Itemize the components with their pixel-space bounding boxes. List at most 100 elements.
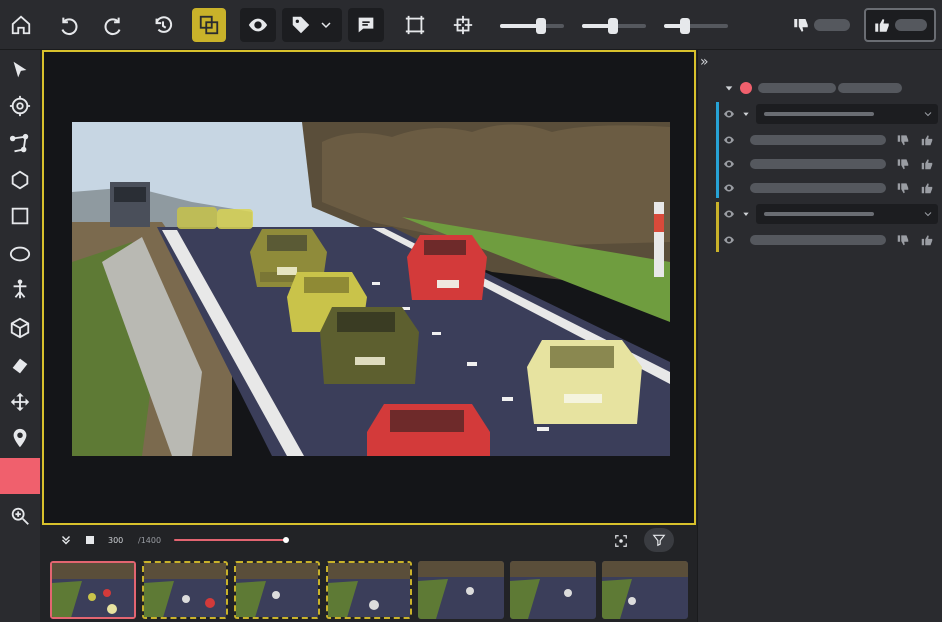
eye-icon[interactable] <box>722 158 736 170</box>
undo-icon[interactable] <box>52 8 82 42</box>
right-panel: » <box>697 50 942 622</box>
object-row[interactable] <box>716 178 938 198</box>
thumbs-down-icon[interactable] <box>896 157 910 171</box>
tag-dropdown[interactable] <box>282 8 342 42</box>
thumbs-down-icon[interactable] <box>896 233 910 247</box>
select-value-placeholder <box>764 212 874 216</box>
eye-icon[interactable] <box>722 108 736 120</box>
caret-down-icon[interactable] <box>742 110 750 118</box>
road-image <box>72 122 670 456</box>
thumbs-up-icon[interactable] <box>920 233 934 247</box>
frame-thumbnail[interactable] <box>326 561 412 619</box>
approve-label-placeholder <box>895 19 927 31</box>
thumbs-down-icon[interactable] <box>896 133 910 147</box>
rectangle-icon[interactable] <box>4 200 36 232</box>
target-icon[interactable] <box>4 90 36 122</box>
thumbs-down-icon[interactable] <box>896 181 910 195</box>
object-row[interactable] <box>716 130 938 150</box>
ellipse-icon[interactable] <box>4 238 36 270</box>
contrast-slider[interactable] <box>582 18 646 34</box>
header-label-placeholder <box>758 83 836 93</box>
header-label-placeholder <box>838 83 902 93</box>
object-label-placeholder <box>750 135 886 145</box>
cuboid-icon[interactable] <box>4 312 36 344</box>
slider-fill <box>582 24 610 28</box>
eye-icon[interactable] <box>722 234 736 246</box>
current-frame: 300 <box>108 536 124 545</box>
object-row[interactable] <box>716 230 938 250</box>
object-label-placeholder <box>750 183 886 193</box>
frame-thumbnail[interactable] <box>234 561 320 619</box>
top-toolbar <box>0 0 942 50</box>
status-dot <box>740 82 752 94</box>
object-group-row <box>716 204 938 224</box>
chevron-down-icon <box>321 22 331 29</box>
brush-icon[interactable] <box>4 350 36 382</box>
comment-icon[interactable] <box>348 8 384 42</box>
caret-down-icon[interactable] <box>742 210 750 218</box>
eye-icon[interactable] <box>722 182 736 194</box>
slider-fill <box>500 24 540 28</box>
object-group-row <box>716 104 938 124</box>
filter-icon[interactable] <box>644 528 674 552</box>
select-value-placeholder <box>764 112 874 116</box>
timeline-knob[interactable] <box>283 537 289 543</box>
compare-icon[interactable] <box>192 8 226 42</box>
eye-icon[interactable] <box>722 208 736 220</box>
timeline-progress[interactable] <box>174 537 289 543</box>
brightness-slider[interactable] <box>500 18 564 34</box>
thumbs-up-icon[interactable] <box>920 157 934 171</box>
thumbs-up-icon[interactable] <box>920 181 934 195</box>
chevron-down-icon <box>924 112 932 117</box>
pin-icon[interactable] <box>4 422 36 454</box>
focus-icon[interactable] <box>610 530 632 552</box>
eye-icon[interactable] <box>240 8 276 42</box>
annotation-canvas[interactable] <box>42 50 696 525</box>
label-select[interactable] <box>756 204 938 224</box>
object-row[interactable] <box>716 154 938 174</box>
move-icon[interactable] <box>4 386 36 418</box>
polyline-icon[interactable] <box>4 128 36 160</box>
slider-knob[interactable] <box>536 18 546 34</box>
zoom-icon[interactable] <box>4 500 36 532</box>
label-select[interactable] <box>756 104 938 124</box>
slider-knob[interactable] <box>608 18 618 34</box>
left-toolbar <box>0 50 40 622</box>
tag-icon <box>292 16 310 34</box>
object-header <box>716 78 938 98</box>
skeleton-icon[interactable] <box>4 274 36 306</box>
frame-thumbnail[interactable] <box>602 561 688 619</box>
opacity-slider[interactable] <box>664 18 728 34</box>
collapse-down-icon[interactable] <box>56 530 76 550</box>
thumbs-down-icon <box>794 19 808 32</box>
crosshair-box-icon[interactable] <box>448 8 478 42</box>
eye-icon[interactable] <box>722 134 736 146</box>
fit-box-icon[interactable] <box>400 8 430 42</box>
total-frames: /1400 <box>138 536 162 545</box>
approve-button[interactable] <box>864 8 936 42</box>
cursor-icon[interactable] <box>4 54 36 86</box>
chevron-down-icon <box>924 212 932 217</box>
timeline-bar: 300 /1400 <box>42 526 696 556</box>
frame-thumbnail[interactable] <box>418 561 504 619</box>
filmstrip <box>42 556 696 622</box>
home-icon[interactable] <box>4 8 38 42</box>
reject-label-placeholder <box>814 19 850 31</box>
frame-thumbnail[interactable] <box>510 561 596 619</box>
thumbs-up-icon <box>875 19 889 32</box>
object-label-placeholder <box>750 159 886 169</box>
collapse-panel-icon[interactable]: » <box>700 54 709 70</box>
caret-down-icon[interactable] <box>724 83 734 93</box>
slider-knob[interactable] <box>680 18 690 34</box>
object-label-placeholder <box>750 235 886 245</box>
redo-icon[interactable] <box>100 8 130 42</box>
polygon-icon[interactable] <box>4 164 36 196</box>
thumbs-up-icon[interactable] <box>920 133 934 147</box>
frames-icon[interactable] <box>80 530 100 550</box>
history-icon[interactable] <box>148 8 178 42</box>
reject-button[interactable] <box>786 8 856 42</box>
annotation-app: 300 /1400 » <box>0 0 942 622</box>
frame-thumbnail[interactable] <box>50 561 136 619</box>
frame-thumbnail[interactable] <box>142 561 228 619</box>
active-color-swatch[interactable] <box>0 458 40 494</box>
